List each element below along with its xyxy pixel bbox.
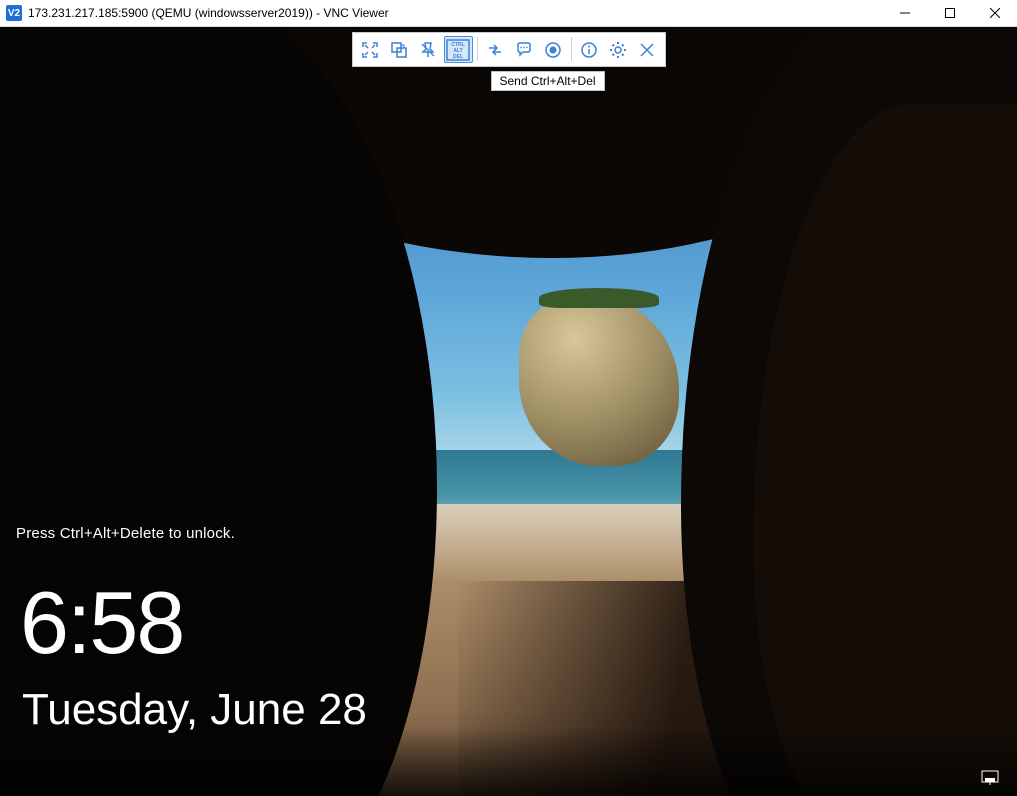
maximize-button[interactable]	[927, 0, 972, 27]
chat-button[interactable]	[511, 36, 538, 63]
record-button[interactable]	[540, 36, 567, 63]
unlock-hint-text: Press Ctrl+Alt+Delete to unlock.	[16, 525, 235, 542]
transfer-button[interactable]	[482, 36, 509, 63]
toolbar-tooltip: Send Ctrl+Alt+Del	[491, 71, 605, 91]
close-session-button[interactable]	[634, 36, 661, 63]
maximize-icon	[945, 8, 955, 18]
lockscreen-date: Tuesday, June 28	[22, 685, 367, 735]
close-session-icon	[638, 41, 656, 59]
chat-icon	[515, 41, 533, 59]
toolbar-separator	[477, 37, 478, 61]
pin-button[interactable]	[415, 36, 442, 63]
network-tray-icon[interactable]	[981, 770, 999, 786]
close-icon	[990, 8, 1000, 18]
window-title: 173.231.217.185:5900 (QEMU (windowsserve…	[28, 6, 389, 20]
info-button[interactable]	[576, 36, 603, 63]
vnc-toolbar: CTRL ALT DEL	[352, 32, 666, 67]
wallpaper-rock2-grass	[539, 288, 659, 308]
svg-text:DEL: DEL	[453, 54, 463, 60]
remote-screen[interactable]: Press Ctrl+Alt+Delete to unlock. 6:58 Tu…	[0, 27, 1017, 796]
send-ctrl-alt-del-button[interactable]: CTRL ALT DEL	[444, 36, 473, 63]
fullscreen-icon	[361, 41, 379, 59]
window-controls	[882, 0, 1017, 27]
minimize-icon	[900, 8, 910, 18]
minimize-button[interactable]	[882, 0, 927, 27]
gear-icon	[609, 41, 627, 59]
info-icon	[580, 41, 598, 59]
vnc-logo-icon: V2	[6, 5, 22, 21]
toolbar-separator-2	[571, 37, 572, 61]
pin-icon	[419, 41, 437, 59]
fullscreen-button[interactable]	[357, 36, 384, 63]
scale-window-icon	[390, 41, 408, 59]
lockscreen-time: 6:58	[20, 572, 183, 674]
ethernet-icon	[981, 770, 999, 786]
transfer-icon	[486, 41, 504, 59]
wallpaper-cave-bottom	[0, 727, 1017, 796]
settings-button[interactable]	[605, 36, 632, 63]
titlebar-left: V2 173.231.217.185:5900 (QEMU (windowsse…	[0, 5, 389, 21]
close-button[interactable]	[972, 0, 1017, 27]
ctrl-alt-del-icon: CTRL ALT DEL	[446, 39, 470, 61]
vnc-titlebar: V2 173.231.217.185:5900 (QEMU (windowsse…	[0, 0, 1017, 27]
record-icon	[544, 41, 562, 59]
scale-window-button[interactable]	[386, 36, 413, 63]
